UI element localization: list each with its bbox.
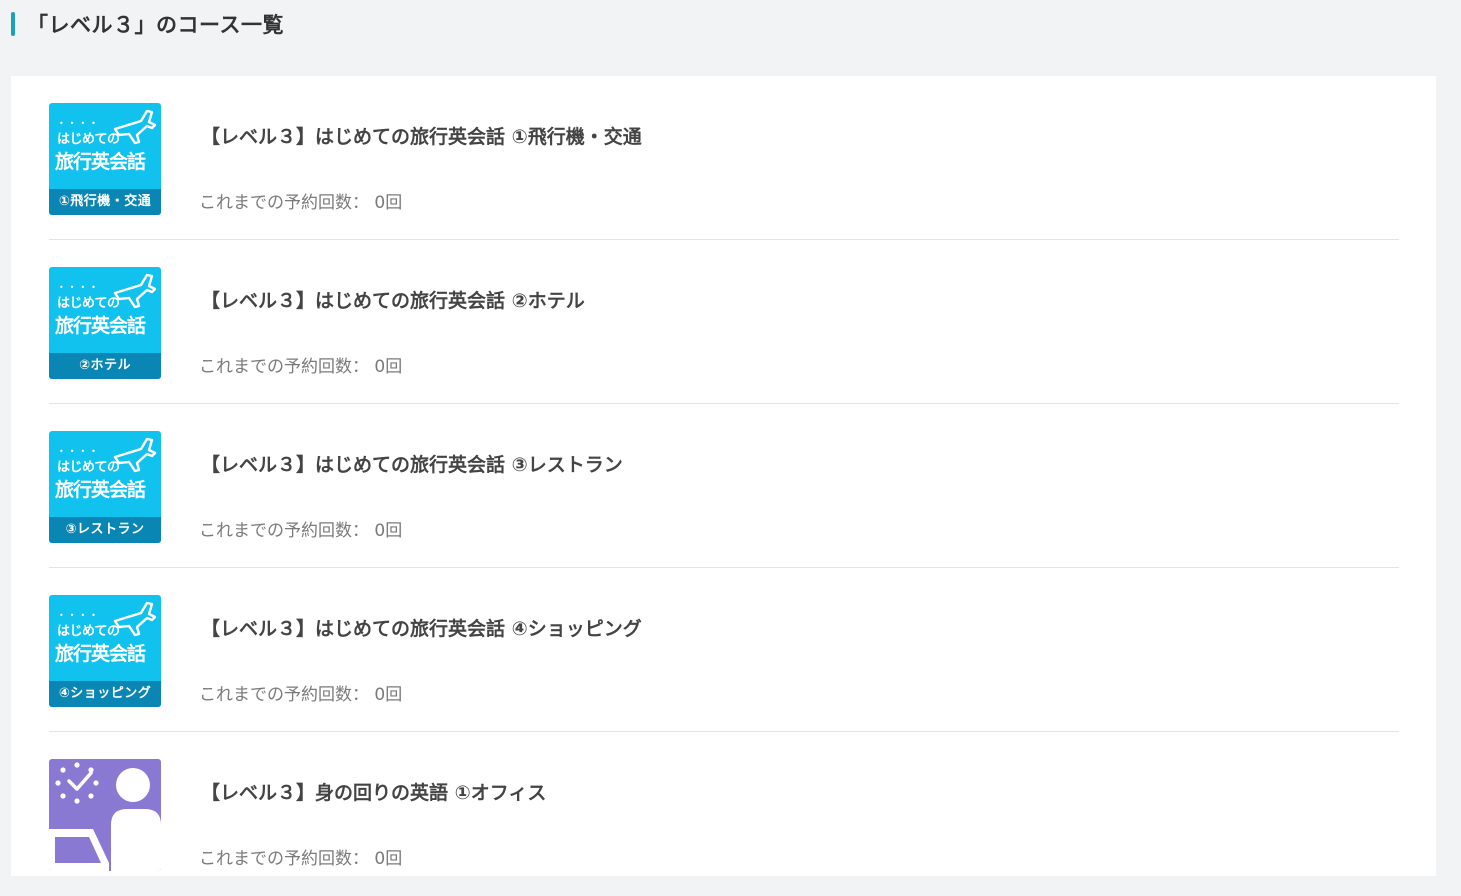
- course-item[interactable]: •••• はじめての 旅行英会話 ③レストラン 【レベル３】はじめての旅行英会話…: [49, 404, 1399, 568]
- airplane-icon: [113, 437, 157, 473]
- reservation-label: これまでの予約回数：: [199, 193, 369, 213]
- reservation-value: 0回: [374, 849, 403, 869]
- page-header: 「レベル３」のコース一覧: [11, 9, 284, 39]
- airplane-icon: [113, 601, 157, 637]
- reservation-count: これまでの予約回数： 0回: [199, 516, 402, 541]
- reservation-count: これまでの予約回数： 0回: [199, 680, 402, 705]
- page-title: 「レベル３」のコース一覧: [27, 13, 284, 37]
- course-thumbnail[interactable]: •••• はじめての 旅行英会話 ④ショッピング: [49, 595, 161, 707]
- office-worker-icon: [49, 762, 161, 871]
- course-item[interactable]: •••• はじめての 旅行英会話 ①飛行機・交通 【レベル３】はじめての旅行英会…: [49, 76, 1399, 240]
- reservation-count: これまでの予約回数： 0回: [199, 188, 402, 213]
- thumb-band-label: ④ショッピング: [49, 681, 161, 707]
- course-thumbnail[interactable]: [49, 759, 161, 871]
- thumb-band-label: ②ホテル: [49, 353, 161, 379]
- course-thumbnail[interactable]: •••• はじめての 旅行英会話 ②ホテル: [49, 267, 161, 379]
- airplane-icon: [113, 109, 157, 145]
- course-title[interactable]: 【レベル３】はじめての旅行英会話 ①飛行機・交通: [201, 122, 642, 149]
- course-item[interactable]: 【レベル３】身の回りの英語 ①オフィス これまでの予約回数： 0回: [49, 732, 1399, 896]
- airplane-icon: [113, 273, 157, 309]
- course-title[interactable]: 【レベル３】身の回りの英語 ①オフィス: [201, 778, 546, 805]
- course-title[interactable]: 【レベル３】はじめての旅行英会話 ③レストラン: [201, 450, 623, 477]
- course-thumbnail[interactable]: •••• はじめての 旅行英会話 ③レストラン: [49, 431, 161, 543]
- course-item[interactable]: •••• はじめての 旅行英会話 ④ショッピング 【レベル３】はじめての旅行英会…: [49, 568, 1399, 732]
- thumb-main-text: 旅行英会話: [55, 315, 146, 337]
- header-accent-bar: [11, 12, 15, 36]
- reservation-count: これまでの予約回数： 0回: [199, 844, 402, 869]
- course-item[interactable]: •••• はじめての 旅行英会話 ②ホテル 【レベル３】はじめての旅行英会話 ②…: [49, 240, 1399, 404]
- reservation-count: これまでの予約回数： 0回: [199, 352, 402, 377]
- thumb-main-text: 旅行英会話: [55, 643, 146, 665]
- course-thumbnail[interactable]: •••• はじめての 旅行英会話 ①飛行機・交通: [49, 103, 161, 215]
- course-title[interactable]: 【レベル３】はじめての旅行英会話 ②ホテル: [201, 286, 585, 313]
- thumb-band-label: ③レストラン: [49, 517, 161, 543]
- reservation-value: 0回: [374, 685, 403, 705]
- sparkle-dots: ••••: [59, 119, 102, 128]
- sparkle-dots: ••••: [59, 611, 102, 620]
- thumb-main-text: 旅行英会話: [55, 151, 146, 173]
- reservation-value: 0回: [374, 193, 403, 213]
- reservation-label: これまでの予約回数：: [199, 521, 369, 541]
- reservation-label: これまでの予約回数：: [199, 685, 369, 705]
- reservation-label: これまでの予約回数：: [199, 357, 369, 377]
- reservation-value: 0回: [374, 357, 403, 377]
- thumb-band-label: ①飛行機・交通: [49, 189, 161, 215]
- sparkle-dots: ••••: [59, 283, 102, 292]
- course-title[interactable]: 【レベル３】はじめての旅行英会話 ④ショッピング: [201, 614, 642, 641]
- reservation-label: これまでの予約回数：: [199, 849, 369, 869]
- thumb-main-text: 旅行英会話: [55, 479, 146, 501]
- reservation-value: 0回: [374, 521, 403, 541]
- sparkle-dots: ••••: [59, 447, 102, 456]
- course-list-card: •••• はじめての 旅行英会話 ①飛行機・交通 【レベル３】はじめての旅行英会…: [11, 76, 1436, 876]
